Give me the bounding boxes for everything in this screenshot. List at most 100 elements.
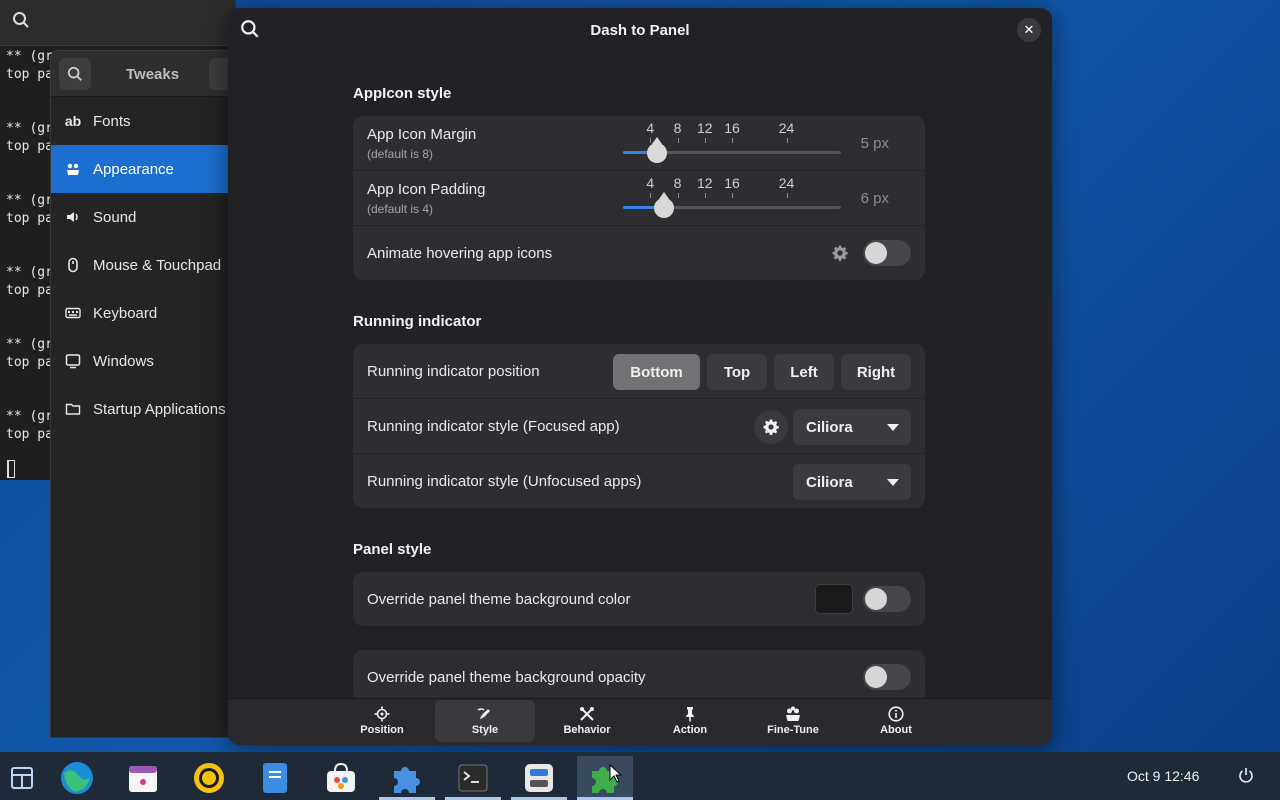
sidebar-item-mouse-touchpad[interactable]: Mouse & Touchpad (51, 241, 249, 289)
taskbar-files[interactable] (247, 756, 303, 800)
animate-hover-label: Animate hovering app icons (367, 244, 553, 262)
tab-action[interactable]: Action (640, 700, 740, 742)
tweaks-window[interactable]: Tweaks ab Fonts Appearance Sound Mouse &… (50, 50, 250, 738)
taskbar-terminal[interactable] (445, 756, 501, 800)
app-icon-padding-slider[interactable]: 4 8 12 16 24 (623, 171, 841, 226)
fine-tune-icon (786, 706, 800, 721)
style-icon (477, 708, 490, 719)
clock[interactable]: Oct 9 12:46 (1127, 768, 1199, 784)
animate-settings-button[interactable] (823, 236, 857, 270)
mouse-pointer-icon (609, 764, 622, 783)
position-left-button[interactable]: Left (774, 354, 834, 390)
slider-tick-mark (786, 137, 788, 143)
appicon-group: App Icon Margin (default is 8) 4 8 12 16 24 … (353, 116, 925, 280)
taskbar-software[interactable] (313, 756, 369, 800)
animate-hover-row: Animate hovering app icons (353, 226, 925, 280)
position-right-button[interactable]: Right (841, 354, 911, 390)
chevron-down-icon (887, 424, 899, 431)
animate-hover-switch[interactable] (863, 240, 911, 266)
mouse-icon (65, 257, 81, 273)
slider-tick-mark (732, 192, 733, 198)
tab-fine-tune[interactable]: Fine-Tune (743, 700, 843, 742)
panel-opacity-group: Override panel theme background opacity (353, 650, 925, 704)
slider-tick-mark (677, 137, 679, 143)
dialog-header: Dash to Panel ✕ (228, 8, 1052, 52)
sidebar-item-keyboard[interactable]: Keyboard (51, 289, 249, 337)
terminal-header (0, 0, 235, 46)
taskbar-calendar[interactable] (115, 756, 171, 800)
taskbar-rhythmbox[interactable] (181, 756, 237, 800)
slider-handle[interactable] (647, 136, 668, 163)
unfocused-style-dropdown[interactable]: Ciliora (793, 464, 911, 500)
sidebar-item-windows[interactable]: Windows (51, 337, 249, 385)
fonts-icon: ab (64, 113, 82, 129)
app-icon-padding-value: 6 px (860, 189, 889, 207)
running-style-focused-row: Running indicator style (Focused app) Ci… (353, 399, 925, 454)
focused-style-dropdown[interactable]: Ciliora (793, 409, 911, 445)
chevron-down-icon (887, 479, 899, 486)
taskbar-extension-prefs[interactable] (577, 756, 633, 800)
search-icon[interactable] (240, 19, 260, 44)
running-position-row: Running indicator position Bottom Top Le… (353, 344, 925, 399)
slider-tick-label: 24 (778, 119, 795, 136)
app-icon-margin-slider[interactable]: 4 8 12 16 24 (623, 116, 841, 171)
app-icon-margin-row: App Icon Margin (default is 8) 4 8 12 16 24 … (353, 116, 925, 171)
taskbar-browser[interactable] (49, 756, 105, 800)
search-icon[interactable] (12, 11, 30, 34)
slider-tick-mark (650, 192, 652, 198)
taskbar-tweaks[interactable] (511, 756, 567, 800)
power-icon[interactable] (1238, 767, 1254, 788)
close-icon: ✕ (1023, 22, 1035, 37)
override-opacity-switch[interactable] (863, 664, 911, 690)
sidebar-item-fonts[interactable]: ab Fonts (51, 97, 249, 145)
tab-behavior[interactable]: Behavior (537, 700, 637, 742)
dash-to-panel-window[interactable]: Dash to Panel ✕ AppIcon style App Icon M… (228, 8, 1052, 745)
close-button[interactable]: ✕ (1017, 18, 1041, 42)
dialog-title: Dash to Panel (590, 21, 690, 39)
running-style-unfocused-row: Running indicator style (Unfocused apps)… (353, 454, 925, 508)
focused-style-settings-button[interactable] (754, 410, 788, 444)
tab-position[interactable]: Position (332, 700, 432, 742)
sidebar-item-sound[interactable]: Sound (51, 193, 249, 241)
running-position-label: Running indicator position (367, 362, 540, 380)
action-icon (686, 707, 694, 722)
app-icon-padding-row: App Icon Padding (default is 4) 4 8 12 16 24… (353, 171, 925, 226)
panel-bgcolor-group: Override panel theme background color (353, 572, 925, 626)
app-icon-margin-label: App Icon Margin (367, 125, 477, 143)
show-apps-button[interactable] (0, 756, 50, 800)
sidebar-item-appearance[interactable]: Appearance (51, 145, 249, 193)
tweaks-search-button[interactable] (59, 58, 91, 90)
slider-tick-label: 16 (724, 174, 740, 191)
slider-tick-mark (786, 192, 788, 198)
terminal-icon (458, 764, 488, 792)
about-icon (888, 706, 904, 722)
app-icon-padding-default: (default is 4) (367, 201, 434, 216)
slider-tick-label: 8 (673, 119, 682, 136)
section-title-running: Running indicator (353, 313, 482, 330)
slider-tick-label: 16 (724, 119, 740, 136)
app-grid-icon (11, 767, 33, 789)
folder-icon (65, 401, 81, 417)
terminal-cursor (7, 460, 15, 478)
puzzle-icon (394, 767, 420, 793)
bgcolor-swatch[interactable] (815, 584, 853, 614)
slider-handle[interactable] (653, 191, 674, 218)
position-icon (374, 706, 390, 722)
position-top-button[interactable]: Top (707, 354, 767, 390)
appearance-icon (65, 161, 81, 177)
taskbar: Oct 9 12:46 (0, 752, 1280, 800)
app-icon-padding-label: App Icon Padding (367, 180, 486, 198)
slider-tick-mark (677, 192, 679, 198)
files-icon (263, 763, 287, 793)
slider-tick-label: 8 (673, 174, 682, 191)
override-bgcolor-switch[interactable] (863, 586, 911, 612)
position-bottom-button[interactable]: Bottom (613, 354, 700, 390)
taskbar-extensions[interactable] (379, 756, 435, 800)
tab-style[interactable]: Style (435, 700, 535, 742)
override-opacity-label: Override panel theme background opacity (367, 668, 646, 686)
tab-about[interactable]: About (846, 700, 946, 742)
sidebar-item-startup-applications[interactable]: Startup Applications (51, 385, 249, 433)
calendar-icon (129, 766, 157, 792)
override-bgcolor-row: Override panel theme background color (353, 572, 925, 626)
slider-tick-label: 4 (646, 174, 655, 191)
